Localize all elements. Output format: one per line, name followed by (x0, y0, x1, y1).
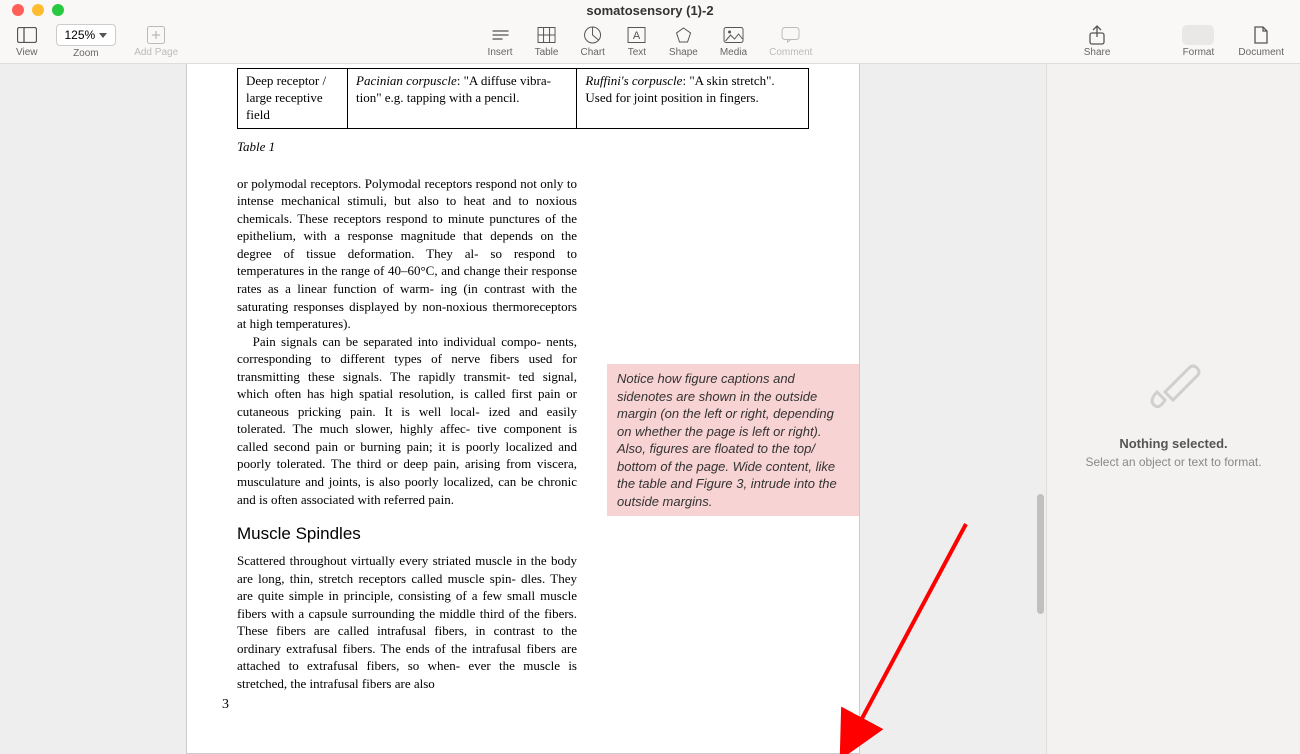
chart-button[interactable]: Chart (572, 23, 612, 60)
format-button[interactable]: Format (1174, 23, 1222, 60)
share-icon (1087, 25, 1107, 45)
zoom-value: 125% (65, 28, 96, 42)
svg-text:A: A (633, 30, 641, 42)
document-icon (1251, 25, 1271, 45)
media-icon (723, 25, 743, 45)
insert-icon (490, 25, 510, 45)
workspace: Deep receptor / large receptive field Pa… (0, 64, 1300, 754)
chevron-down-icon (99, 33, 107, 38)
share-label: Share (1084, 47, 1111, 58)
insert-button[interactable]: Insert (480, 23, 521, 60)
page-number: 3 (222, 697, 229, 713)
comment-icon (781, 25, 801, 45)
document-button[interactable]: Document (1230, 23, 1292, 60)
table-label: Table (535, 47, 559, 58)
add-page-button[interactable]: Add Page (126, 23, 186, 60)
nothing-selected-sub: Select an object or text to format. (1085, 455, 1261, 469)
media-label: Media (720, 47, 747, 58)
sidebar-icon (17, 25, 37, 45)
format-icon (1182, 25, 1214, 45)
body-paragraph-1[interactable]: or polymodal receptors. Polymodal recept… (237, 175, 577, 508)
table-row[interactable]: Deep receptor / large receptive field Pa… (238, 69, 809, 129)
view-label: View (16, 47, 38, 58)
table-1[interactable]: Deep receptor / large receptive field Pa… (237, 68, 809, 129)
page[interactable]: Deep receptor / large receptive field Pa… (186, 64, 860, 754)
body-paragraph-3[interactable]: Scattered throughout virtually every str… (237, 552, 577, 692)
table-button[interactable]: Table (527, 23, 567, 60)
format-panel: Nothing selected. Select an object or te… (1046, 64, 1300, 754)
view-button[interactable]: View (8, 23, 46, 60)
table-cell[interactable]: Deep receptor / large receptive field (238, 69, 348, 129)
insert-label: Insert (488, 47, 513, 58)
vertical-scrollbar[interactable] (1037, 494, 1044, 614)
zoom-label: Zoom (73, 48, 99, 59)
document-label: Document (1238, 47, 1284, 58)
sidenote[interactable]: Notice how figure captions and sidenotes… (607, 364, 859, 516)
share-button[interactable]: Share (1076, 23, 1119, 60)
format-label: Format (1183, 47, 1215, 58)
document-canvas[interactable]: Deep receptor / large receptive field Pa… (0, 64, 1046, 754)
text-icon: A (627, 25, 647, 45)
plus-icon (146, 25, 166, 45)
chart-icon (583, 25, 603, 45)
add-page-label: Add Page (134, 47, 178, 58)
table-cell[interactable]: Pacinian corpuscle: "A diffuse vibra- ti… (348, 69, 577, 129)
document-title: somatosensory (1)-2 (0, 3, 1300, 18)
toolbar: View 125% Zoom Add Page Insert Table Cha… (0, 20, 1300, 64)
table-caption[interactable]: Table 1 (237, 139, 809, 155)
heading-muscle-spindles[interactable]: Muscle Spindles (237, 524, 809, 544)
comment-button[interactable]: Comment (761, 23, 820, 60)
brush-icon (1139, 350, 1209, 420)
table-cell[interactable]: Ruffini's corpuscle: "A skin stretch". U… (577, 69, 809, 129)
nothing-selected-heading: Nothing selected. (1119, 436, 1227, 451)
comment-label: Comment (769, 47, 812, 58)
titlebar: somatosensory (1)-2 (0, 0, 1300, 20)
zoom-dropdown[interactable]: 125% (56, 24, 117, 46)
text-label: Text (628, 47, 646, 58)
shape-label: Shape (669, 47, 698, 58)
chart-label: Chart (580, 47, 604, 58)
text-button[interactable]: A Text (619, 23, 655, 60)
shape-icon (673, 25, 693, 45)
shape-button[interactable]: Shape (661, 23, 706, 60)
table-icon (537, 25, 557, 45)
media-button[interactable]: Media (712, 23, 755, 60)
